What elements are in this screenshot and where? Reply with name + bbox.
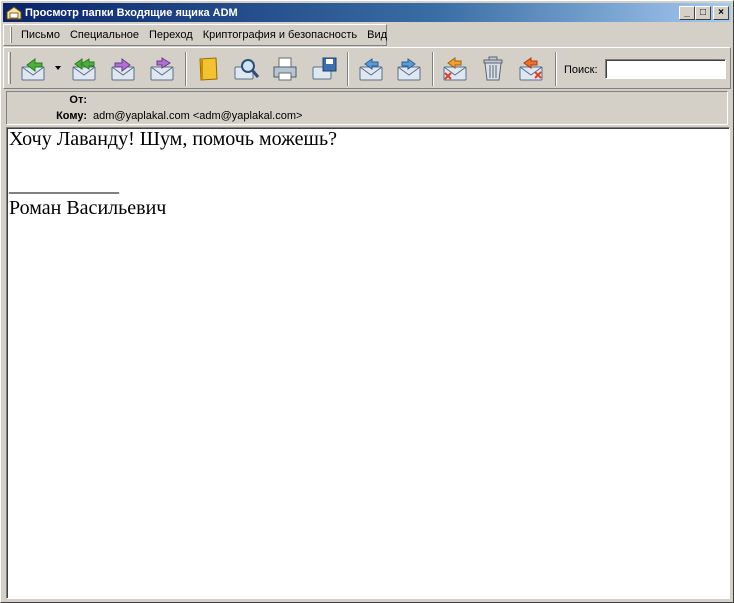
minimize-button[interactable]: _ [679,5,695,20]
signature: Роман Васильевич [9,197,167,219]
mail-viewer-window: Просмотр папки Входящие ящика ADM _ □ × … [0,0,734,603]
search-input[interactable] [605,59,726,79]
from-label: От: [69,94,87,106]
trash-button[interactable] [476,53,510,85]
toolbar-separator [555,52,557,86]
reply-all-button[interactable] [67,53,101,85]
address-book-button[interactable] [191,53,225,85]
to-row: Кому: adm@yaplakal.com <adm@yaplakal.com… [7,109,302,123]
next-message-button[interactable] [392,53,426,85]
reply-dropdown-icon[interactable] [55,66,61,70]
spam-button[interactable] [514,53,548,85]
to-label: Кому: [56,110,87,122]
maximize-button[interactable]: □ [695,5,711,20]
redirect-icon [150,57,174,81]
print-icon [273,57,297,81]
window-title: Просмотр папки Входящие ящика ADM [25,6,238,19]
search-label: Поиск: [564,64,598,76]
address-book-icon [199,57,218,81]
menu-go-label: Переход [149,29,193,41]
toolbar-separator [347,52,349,86]
delete-button[interactable] [438,53,472,85]
message-line: Хочу Лаванду! Шум, помочь можешь? [9,128,337,150]
save-button[interactable] [307,53,341,85]
delete-icon [443,57,467,81]
find-icon [234,59,260,80]
menu-special-label: Специальное [69,29,140,41]
reply-icon [21,58,45,81]
title-bar[interactable]: Просмотр папки Входящие ящика ADM _ □ × [3,3,731,22]
find-button[interactable] [230,53,264,85]
save-icon [312,57,337,80]
previous-message-icon [359,58,383,81]
menu-bar: Письмо Специальное Переход Криптография … [3,24,387,46]
menu-message-label: Письмо [21,29,60,41]
folder-app-icon [6,5,22,19]
message-headers: От: Кому: adm@yaplakal.com <adm@yaplakal… [6,91,728,125]
next-message-icon [397,58,421,81]
forward-icon [111,58,135,81]
menu-crypto-label: Криптография и безопасность [202,29,358,41]
from-row: От: [7,93,93,107]
trash-icon [483,56,503,81]
toolbar: Поиск: [3,47,731,89]
message-body[interactable]: Хочу Лаванду! Шум, помочь можешь? ______… [6,127,730,599]
signature-rule: ___________ [9,174,119,196]
menu-grip[interactable] [10,27,12,43]
reply-button[interactable] [16,53,50,85]
menu-message[interactable]: Письмо [16,29,65,41]
spam-icon [519,57,543,81]
toolbar-separator [185,52,187,86]
menu-crypto[interactable]: Криптография и безопасность [198,29,362,41]
reply-all-icon [72,58,96,81]
menu-special[interactable]: Специальное [65,29,144,41]
toolbar-grip[interactable] [8,52,11,84]
redirect-button[interactable] [145,53,179,85]
menu-view-label: Вид [367,29,388,41]
print-button[interactable] [268,53,302,85]
menu-go[interactable]: Переход [144,29,198,41]
forward-button[interactable] [106,53,140,85]
menu-view[interactable]: Вид [362,29,392,41]
close-button[interactable]: × [713,5,729,20]
toolbar-separator [432,52,434,86]
previous-message-button[interactable] [354,53,388,85]
to-value[interactable]: adm@yaplakal.com <adm@yaplakal.com> [93,110,302,122]
